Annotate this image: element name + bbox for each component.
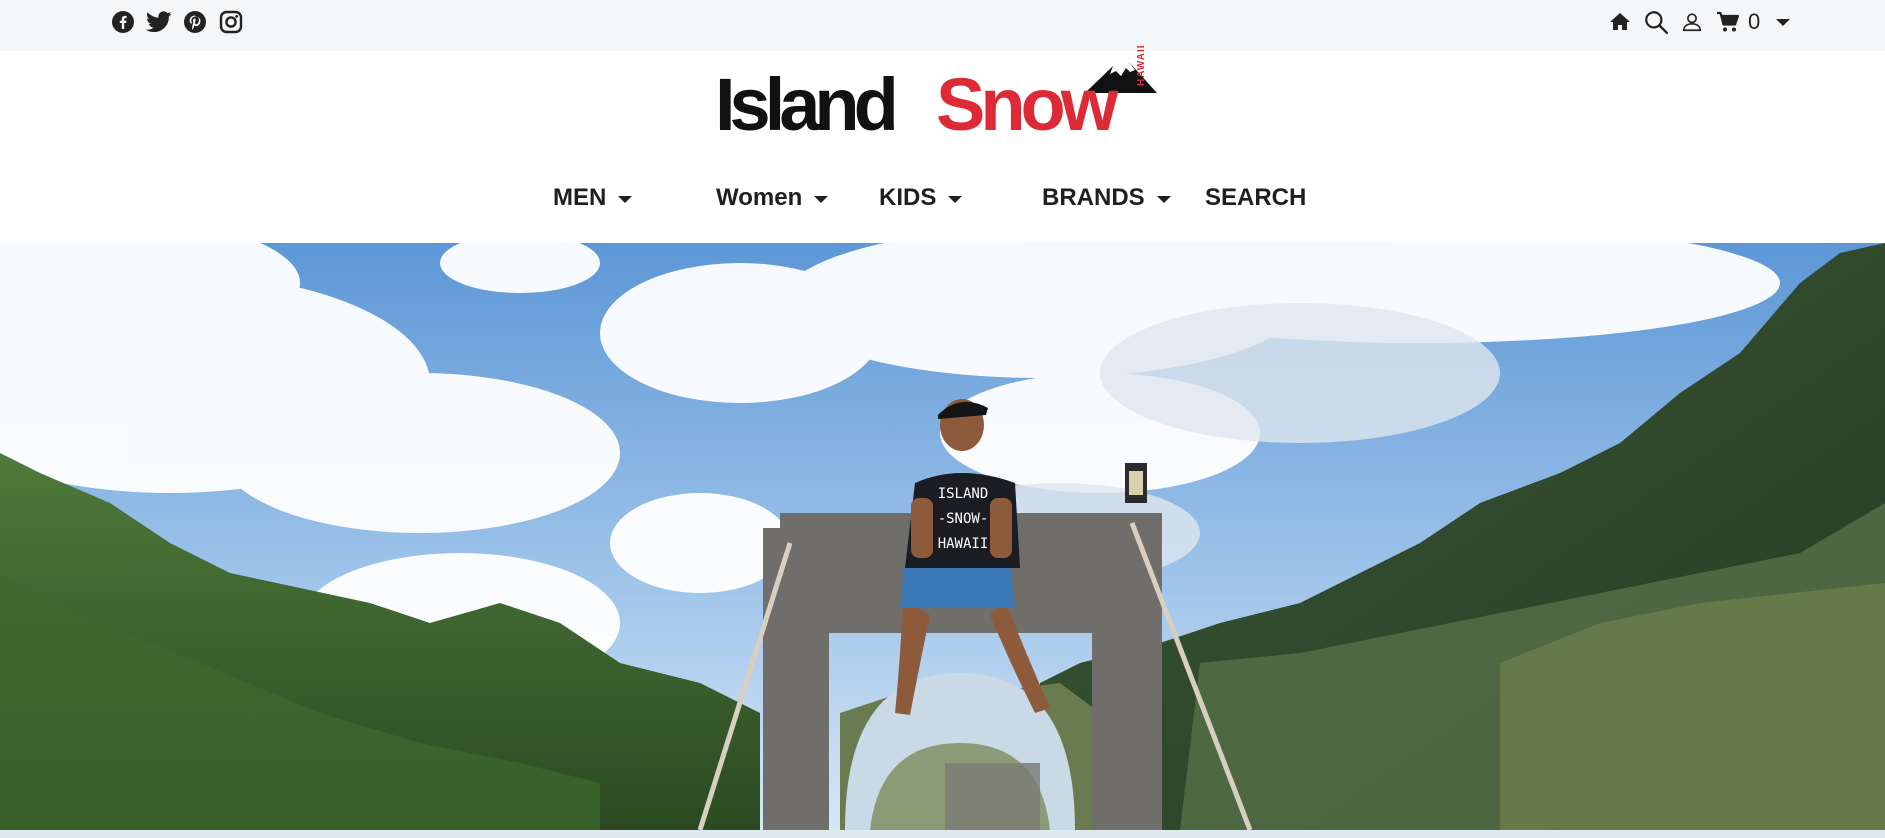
top-utility-bar: 0 — [0, 0, 1885, 51]
chevron-down-icon — [618, 195, 633, 203]
instagram-icon[interactable] — [218, 9, 244, 35]
shirt-text-line3: HAWAII — [938, 536, 989, 552]
cart-count[interactable]: 0 — [1748, 9, 1760, 35]
shirt-text-line1: ISLAND — [938, 486, 989, 502]
nav-item-women[interactable]: Women — [716, 184, 829, 212]
home-icon[interactable] — [1606, 8, 1634, 36]
nav-label: KIDS — [879, 184, 937, 211]
logo-word-island: Island — [715, 63, 899, 146]
site-logo[interactable]: Island Snow HAWAII — [713, 44, 1173, 154]
logo-word-snow: Snow — [936, 63, 1118, 146]
search-icon[interactable] — [1642, 8, 1670, 36]
nav-label: SEARCH — [1205, 184, 1307, 211]
chevron-down-icon[interactable] — [1776, 18, 1791, 26]
twitter-icon[interactable] — [146, 9, 172, 35]
nav-item-brands[interactable]: BRANDS — [1042, 184, 1171, 212]
pinterest-icon[interactable] — [182, 9, 208, 35]
shirt-text-line2: -SNOW- — [938, 511, 989, 527]
logo-tag-hawaii: HAWAII — [1136, 44, 1147, 86]
nav-label: Women — [716, 184, 803, 211]
chevron-down-icon — [1156, 195, 1171, 203]
chevron-down-icon — [948, 195, 963, 203]
nav-item-men[interactable]: MEN — [553, 184, 633, 212]
hero-banner[interactable]: ISLAND -SNOW- HAWAII — [0, 243, 1885, 830]
facebook-icon[interactable] — [110, 9, 136, 35]
nav-item-search[interactable]: SEARCH — [1205, 184, 1306, 212]
nav-item-kids[interactable]: KIDS — [879, 184, 963, 212]
nav-label: MEN — [553, 184, 607, 211]
cart-icon[interactable] — [1714, 8, 1742, 36]
main-nav: MEN Women KIDS BRANDS SEARCH — [0, 184, 1885, 224]
social-links — [110, 9, 244, 35]
chevron-down-icon — [814, 195, 829, 203]
user-icon[interactable] — [1678, 8, 1706, 36]
hero-bottom-edge — [0, 830, 1885, 838]
nav-label: BRANDS — [1042, 184, 1145, 211]
utility-nav: 0 — [1606, 8, 1791, 36]
hero-image: ISLAND -SNOW- HAWAII — [0, 243, 1885, 830]
